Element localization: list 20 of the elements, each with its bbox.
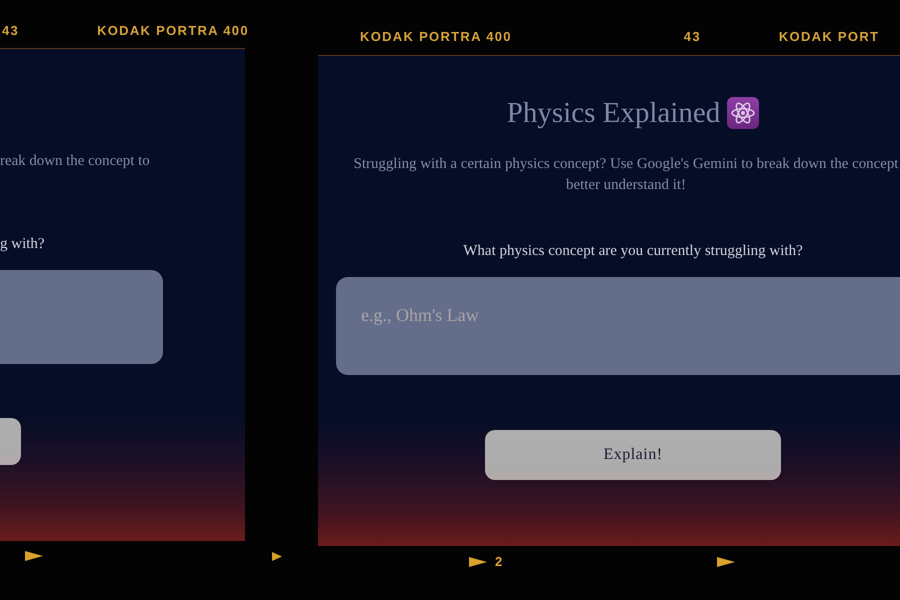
triangle-marker-icon — [272, 552, 282, 560]
film-edge-label: 43 — [684, 29, 701, 45]
film-edge-label: KODAK PORTRA 400 — [360, 29, 512, 45]
input-field[interactable] — [0, 270, 163, 364]
input-field[interactable]: e.g., Ohm's Law — [336, 277, 900, 375]
app-title: Physics Explained — [506, 96, 720, 131]
triangle-marker-icon — [717, 557, 736, 567]
prompt-label: What physics concept are you currently struggling with? — [462, 242, 804, 261]
triangle-marker-icon — [469, 557, 487, 567]
app-description: Struggling with a certain physics concept? Use Google's Gemini to break down the concept better understand it! — [352, 155, 900, 195]
app-description: reak down the concept to — [0, 152, 150, 171]
film-edge-label: KODAK PORT — [778, 29, 880, 45]
frame-number: 2 — [495, 557, 502, 567]
film-edge-label: 43 — [2, 23, 20, 39]
button[interactable] — [0, 418, 21, 465]
triangle-marker-icon — [25, 551, 43, 561]
explain-button[interactable]: Explain! — [485, 430, 781, 480]
atom-icon — [727, 97, 760, 129]
prompt-label: g with? — [0, 235, 45, 254]
film-edge-label: KODAK PORTRA 400 — [97, 23, 249, 39]
